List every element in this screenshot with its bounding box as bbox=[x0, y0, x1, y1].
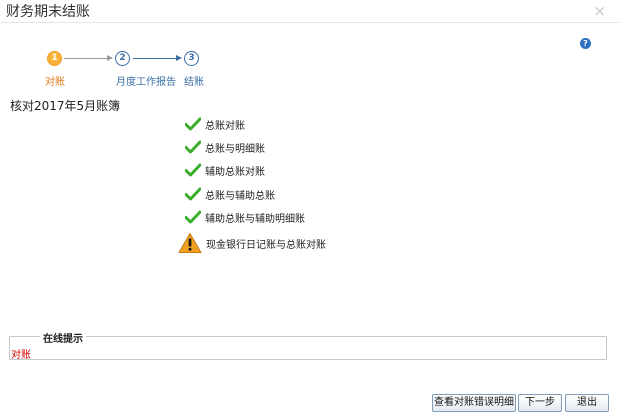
step-1-label: 对账 bbox=[45, 77, 65, 88]
check-item-label: 现金银行日记账与总账对账 bbox=[206, 239, 326, 251]
warning-icon bbox=[178, 233, 202, 253]
check-item: 总账与辅助总账 bbox=[185, 184, 275, 204]
arrow-right-icon bbox=[107, 55, 113, 61]
check-item-label: 辅助总账对账 bbox=[205, 166, 265, 178]
checkmark-icon bbox=[185, 117, 201, 131]
check-item: 辅助总账与辅助明细账 bbox=[185, 207, 305, 227]
step-connector-2 bbox=[133, 58, 177, 59]
check-item: 总账与明细账 bbox=[185, 137, 265, 157]
checkmark-icon bbox=[185, 163, 201, 177]
checkmark-icon bbox=[185, 140, 201, 154]
step-2-label: 月度工作报告 bbox=[116, 77, 176, 88]
check-item-label: 总账对账 bbox=[205, 120, 245, 132]
section-title: 核对2017年5月账簿 bbox=[10, 99, 121, 113]
check-item-label: 总账与辅助总账 bbox=[205, 190, 275, 202]
view-errors-button[interactable]: 查看对账错误明细 bbox=[432, 394, 516, 412]
step-1-circle: 1 bbox=[47, 51, 62, 66]
dialog-title: 财务期末结账 bbox=[6, 4, 90, 20]
check-item-warning: 现金银行日记账与总账对账 bbox=[178, 230, 326, 256]
help-icon[interactable]: ? bbox=[580, 38, 591, 49]
step-3-label: 结账 bbox=[184, 77, 204, 88]
checkmark-icon bbox=[185, 187, 201, 201]
online-tips-text: 对账 bbox=[11, 350, 31, 361]
online-tips-legend: 在线提示 bbox=[40, 330, 86, 345]
exit-button[interactable]: 退出 bbox=[565, 394, 609, 412]
title-bar: 财务期末结账 × bbox=[0, 0, 620, 23]
step-connector-1 bbox=[64, 58, 108, 59]
close-icon[interactable]: × bbox=[593, 2, 606, 20]
check-item: 辅助总账对账 bbox=[185, 160, 265, 180]
arrow-right-icon bbox=[176, 55, 182, 61]
check-item-label: 辅助总账与辅助明细账 bbox=[205, 213, 305, 225]
online-tips-box bbox=[9, 336, 607, 360]
checkmark-icon bbox=[185, 210, 201, 224]
step-3-circle: 3 bbox=[184, 51, 199, 66]
next-button[interactable]: 下一步 bbox=[518, 394, 562, 412]
check-item-label: 总账与明细账 bbox=[205, 143, 265, 155]
step-2-circle: 2 bbox=[115, 51, 130, 66]
check-item: 总账对账 bbox=[185, 114, 245, 134]
